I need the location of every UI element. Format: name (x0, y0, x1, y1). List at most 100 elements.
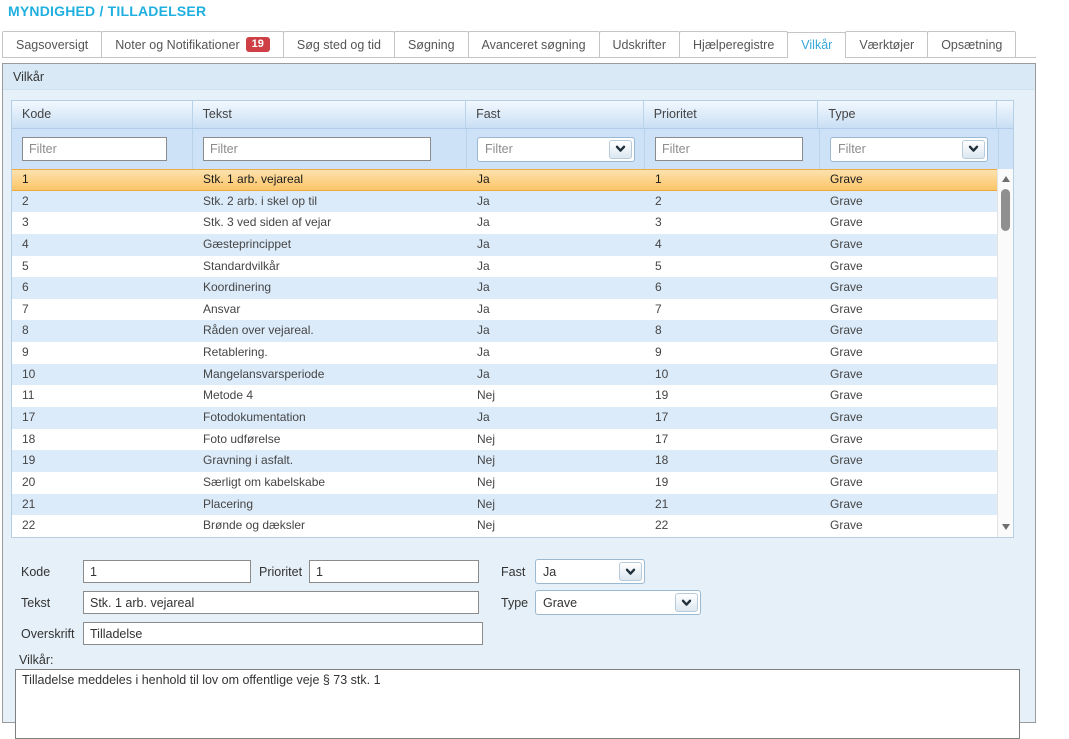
prioritet-label: Prioritet (259, 565, 302, 579)
cell-prioritet: 9 (645, 342, 820, 364)
cell-tekst: Retablering. (193, 342, 467, 364)
table-body: 1Stk. 1 arb. vejarealJa1Grave2Stk. 2 arb… (12, 169, 1013, 537)
tekst-filter-input[interactable] (203, 137, 431, 161)
vilkaar-table: KodeTekstFastPrioritetType Filter (11, 100, 1014, 538)
page-title: MYNDIGHED / TILLADELSER (8, 3, 206, 19)
tab-værktøjer[interactable]: Værktøjer (845, 31, 928, 57)
tab-noter-og-notifikationer[interactable]: Noter og Notifikationer19 (101, 31, 284, 57)
cell-tekst: Standardvilkår (193, 256, 467, 278)
column-header-fast[interactable]: Fast (466, 101, 644, 128)
chevron-down-icon[interactable] (675, 593, 698, 612)
table-row[interactable]: 5StandardvilkårJa5Grave (12, 256, 999, 278)
cell-type: Grave (820, 170, 999, 190)
kode-label: Kode (21, 565, 50, 579)
cell-kode: 9 (12, 342, 193, 364)
tab-vilkår[interactable]: Vilkår (787, 32, 846, 58)
cell-tekst: Stk. 1 arb. vejareal (193, 170, 467, 190)
type-filter-select[interactable]: Filter (830, 137, 988, 162)
prioritet-field[interactable] (309, 560, 479, 583)
cell-fast: Ja (467, 364, 645, 386)
cell-fast: Ja (467, 342, 645, 364)
scrollbar-thumb[interactable] (1001, 189, 1010, 231)
scroll-up-icon[interactable] (1002, 176, 1010, 182)
type-select[interactable]: Grave (535, 590, 701, 615)
fast-filter-select[interactable]: Filter (477, 137, 635, 162)
tab-søg-sted-og-tid[interactable]: Søg sted og tid (283, 31, 395, 57)
table-row[interactable]: 3Stk. 3 ved siden af vejarJa3Grave (12, 212, 999, 234)
cell-type: Grave (820, 191, 999, 213)
table-row[interactable]: 2Stk. 2 arb. i skel op tilJa2Grave (12, 191, 999, 213)
table-row[interactable]: 17FotodokumentationJa17Grave (12, 407, 999, 429)
cell-kode: 19 (12, 450, 193, 472)
vilkaar-label: Vilkår: (19, 653, 54, 667)
cell-prioritet: 8 (645, 320, 820, 342)
column-header-tekst[interactable]: Tekst (193, 101, 466, 128)
cell-type: Grave (820, 450, 999, 472)
tab-label: Søg sted og tid (297, 33, 381, 57)
type-select-value: Grave (536, 596, 577, 610)
filter-cell-prioritet (645, 129, 820, 169)
table-row[interactable]: 4GæsteprincippetJa4Grave (12, 234, 999, 256)
tab-label: Opsætning (941, 33, 1002, 57)
table-row[interactable]: 7AnsvarJa7Grave (12, 299, 999, 321)
type-label: Type (501, 596, 528, 610)
cell-kode: 7 (12, 299, 193, 321)
tab-udskrifter[interactable]: Udskrifter (599, 31, 680, 57)
table-row[interactable]: 10MangelansvarsperiodeJa10Grave (12, 364, 999, 386)
table-row[interactable]: 9Retablering.Ja9Grave (12, 342, 999, 364)
vertical-scrollbar[interactable] (997, 169, 1013, 537)
table-row[interactable]: 8Råden over vejareal.Ja8Grave (12, 320, 999, 342)
tab-label: Værktøjer (859, 33, 914, 57)
fast-select[interactable]: Ja (535, 559, 645, 584)
chevron-down-icon[interactable] (609, 140, 632, 159)
cell-fast: Ja (467, 299, 645, 321)
table-row[interactable]: 21PlaceringNej21Grave (12, 494, 999, 516)
cell-fast: Nej (467, 472, 645, 494)
table-row[interactable]: 19Gravning i asfalt.Nej18Grave (12, 450, 999, 472)
cell-fast: Ja (467, 191, 645, 213)
table-row[interactable]: 20Særligt om kabelskabeNej19Grave (12, 472, 999, 494)
cell-fast: Ja (467, 320, 645, 342)
cell-prioritet: 10 (645, 364, 820, 386)
cell-kode: 5 (12, 256, 193, 278)
column-header-kode[interactable]: Kode (12, 101, 193, 128)
cell-prioritet: 5 (645, 256, 820, 278)
cell-fast: Nej (467, 429, 645, 451)
column-header-prioritet[interactable]: Prioritet (644, 101, 819, 128)
kode-filter-input[interactable] (22, 137, 167, 161)
table-row[interactable]: 22Brønde og dækslerNej22Grave (12, 515, 999, 537)
tab-label: Sagsoversigt (16, 33, 88, 57)
kode-field[interactable] (83, 560, 251, 583)
chevron-down-icon[interactable] (619, 562, 642, 581)
table-row[interactable]: 1Stk. 1 arb. vejarealJa1Grave (12, 169, 999, 191)
cell-kode: 8 (12, 320, 193, 342)
scroll-down-icon[interactable] (1002, 524, 1010, 530)
fast-select-value: Ja (536, 565, 556, 579)
header-scroll-gutter (997, 101, 1013, 128)
table-row[interactable]: 18Foto udførelseNej17Grave (12, 429, 999, 451)
column-header-type[interactable]: Type (818, 101, 997, 128)
tab-sagsoversigt[interactable]: Sagsoversigt (2, 31, 102, 57)
vilkaar-textarea[interactable]: Tilladelse meddeles i henhold til lov om… (15, 669, 1020, 739)
table-row[interactable]: 6KoordineringJa6Grave (12, 277, 999, 299)
chevron-down-icon[interactable] (962, 140, 985, 159)
cell-tekst: Råden over vejareal. (193, 320, 467, 342)
tekst-field[interactable] (83, 591, 479, 614)
table-row[interactable]: 11Metode 4Nej19Grave (12, 385, 999, 407)
tab-avanceret-søgning[interactable]: Avanceret søgning (468, 31, 600, 57)
cell-tekst: Placering (193, 494, 467, 516)
vilkaar-panel: Vilkår KodeTekstFastPrioritetType Filter (2, 63, 1036, 723)
cell-kode: 3 (12, 212, 193, 234)
filter-cell-tekst (193, 129, 467, 169)
cell-type: Grave (820, 320, 999, 342)
cell-type: Grave (820, 277, 999, 299)
overskrift-field[interactable] (83, 622, 483, 645)
tab-opsætning[interactable]: Opsætning (927, 31, 1016, 57)
cell-type: Grave (820, 212, 999, 234)
tab-søgning[interactable]: Søgning (394, 31, 469, 57)
tab-hjælperegistre[interactable]: Hjælperegistre (679, 31, 788, 57)
cell-prioritet: 22 (645, 515, 820, 537)
cell-tekst: Foto udførelse (193, 429, 467, 451)
prioritet-filter-input[interactable] (655, 137, 803, 161)
cell-prioritet: 3 (645, 212, 820, 234)
